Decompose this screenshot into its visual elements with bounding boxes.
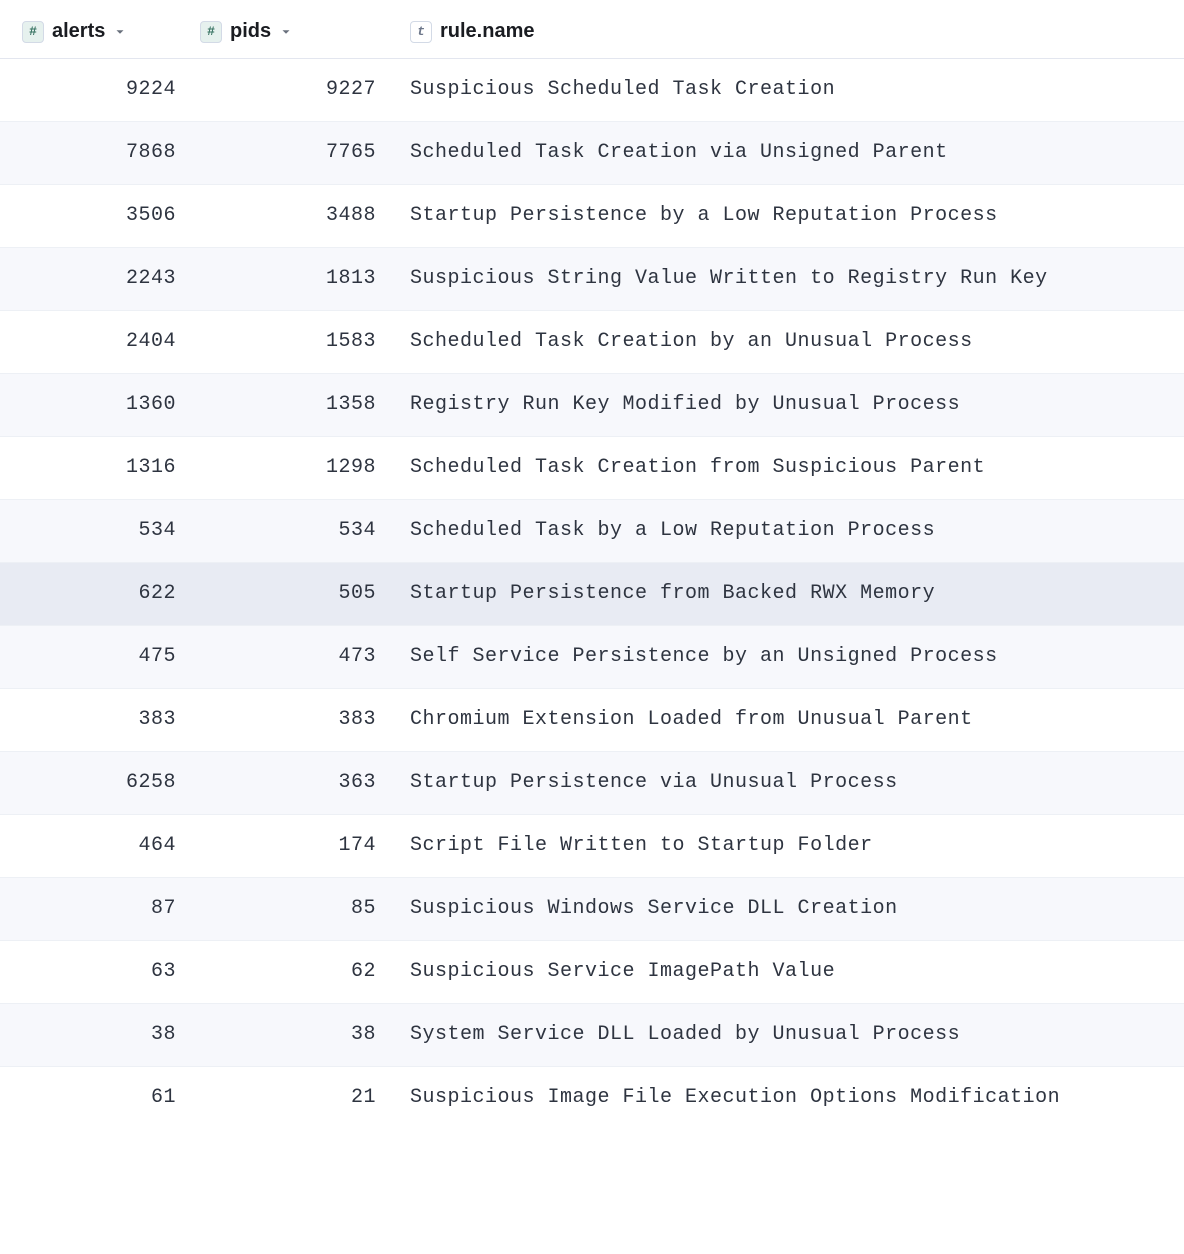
cell-pids: 1298 [200,436,400,499]
cell-pids: 3488 [200,184,400,247]
table-row[interactable]: 6121Suspicious Image File Execution Opti… [0,1066,1184,1129]
cell-rule-name: Suspicious Windows Service DLL Creation [400,877,1184,940]
cell-rule-name: Registry Run Key Modified by Unusual Pro… [400,373,1184,436]
cell-rule-name: Scheduled Task by a Low Reputation Proce… [400,499,1184,562]
cell-alerts: 1360 [0,373,200,436]
cell-alerts: 1316 [0,436,200,499]
table-header-row: # alerts # pids t rule.name [0,0,1184,58]
cell-alerts: 475 [0,625,200,688]
cell-alerts: 7868 [0,121,200,184]
table-row[interactable]: 6362Suspicious Service ImagePath Value [0,940,1184,1003]
cell-pids: 7765 [200,121,400,184]
cell-rule-name: Suspicious Service ImagePath Value [400,940,1184,1003]
table-row[interactable]: 534534Scheduled Task by a Low Reputation… [0,499,1184,562]
cell-rule-name: Self Service Persistence by an Unsigned … [400,625,1184,688]
cell-rule-name: Suspicious Image File Execution Options … [400,1066,1184,1129]
column-header-rule-name[interactable]: t rule.name [400,0,1184,58]
table-row[interactable]: 13601358Registry Run Key Modified by Unu… [0,373,1184,436]
chevron-down-icon [113,25,127,39]
cell-alerts: 38 [0,1003,200,1066]
cell-alerts: 61 [0,1066,200,1129]
column-label-alerts: alerts [52,20,105,43]
cell-rule-name: Startup Persistence from Backed RWX Memo… [400,562,1184,625]
cell-pids: 1813 [200,247,400,310]
cell-pids: 534 [200,499,400,562]
cell-rule-name: Suspicious Scheduled Task Creation [400,58,1184,121]
cell-alerts: 2243 [0,247,200,310]
cell-alerts: 383 [0,688,200,751]
table-row[interactable]: 22431813Suspicious String Value Written … [0,247,1184,310]
table-row[interactable]: 464174Script File Written to Startup Fol… [0,814,1184,877]
cell-pids: 363 [200,751,400,814]
cell-pids: 21 [200,1066,400,1129]
cell-alerts: 6258 [0,751,200,814]
text-type-icon: t [410,21,432,43]
cell-rule-name: Suspicious String Value Written to Regis… [400,247,1184,310]
cell-pids: 473 [200,625,400,688]
column-header-alerts[interactable]: # alerts [0,0,200,58]
cell-rule-name: Scheduled Task Creation via Unsigned Par… [400,121,1184,184]
table-row[interactable]: 35063488Startup Persistence by a Low Rep… [0,184,1184,247]
table-body: 92249227Suspicious Scheduled Task Creati… [0,58,1184,1129]
cell-pids: 62 [200,940,400,1003]
cell-alerts: 622 [0,562,200,625]
cell-pids: 383 [200,688,400,751]
cell-pids: 505 [200,562,400,625]
cell-alerts: 87 [0,877,200,940]
number-type-icon: # [200,21,222,43]
cell-rule-name: Startup Persistence by a Low Reputation … [400,184,1184,247]
cell-rule-name: System Service DLL Loaded by Unusual Pro… [400,1003,1184,1066]
cell-alerts: 3506 [0,184,200,247]
number-type-icon: # [22,21,44,43]
table-row[interactable]: 78687765Scheduled Task Creation via Unsi… [0,121,1184,184]
column-label-pids: pids [230,20,271,43]
chevron-down-icon [279,25,293,39]
cell-alerts: 9224 [0,58,200,121]
cell-pids: 85 [200,877,400,940]
cell-rule-name: Startup Persistence via Unusual Process [400,751,1184,814]
cell-rule-name: Scheduled Task Creation by an Unusual Pr… [400,310,1184,373]
cell-alerts: 2404 [0,310,200,373]
table-row[interactable]: 622505Startup Persistence from Backed RW… [0,562,1184,625]
cell-pids: 174 [200,814,400,877]
table-row[interactable]: 6258363Startup Persistence via Unusual P… [0,751,1184,814]
column-header-pids[interactable]: # pids [200,0,400,58]
cell-pids: 38 [200,1003,400,1066]
cell-pids: 1583 [200,310,400,373]
table-row[interactable]: 8785Suspicious Windows Service DLL Creat… [0,877,1184,940]
table-row[interactable]: 92249227Suspicious Scheduled Task Creati… [0,58,1184,121]
cell-alerts: 464 [0,814,200,877]
cell-pids: 9227 [200,58,400,121]
table-row[interactable]: 383383Chromium Extension Loaded from Unu… [0,688,1184,751]
cell-alerts: 63 [0,940,200,1003]
cell-rule-name: Chromium Extension Loaded from Unusual P… [400,688,1184,751]
cell-rule-name: Script File Written to Startup Folder [400,814,1184,877]
cell-alerts: 534 [0,499,200,562]
table-row[interactable]: 3838System Service DLL Loaded by Unusual… [0,1003,1184,1066]
table-row[interactable]: 475473Self Service Persistence by an Uns… [0,625,1184,688]
results-table: # alerts # pids t rule.name 92 [0,0,1184,1129]
table-row[interactable]: 24041583Scheduled Task Creation by an Un… [0,310,1184,373]
cell-pids: 1358 [200,373,400,436]
column-label-rule-name: rule.name [440,20,534,43]
cell-rule-name: Scheduled Task Creation from Suspicious … [400,436,1184,499]
table-row[interactable]: 13161298Scheduled Task Creation from Sus… [0,436,1184,499]
